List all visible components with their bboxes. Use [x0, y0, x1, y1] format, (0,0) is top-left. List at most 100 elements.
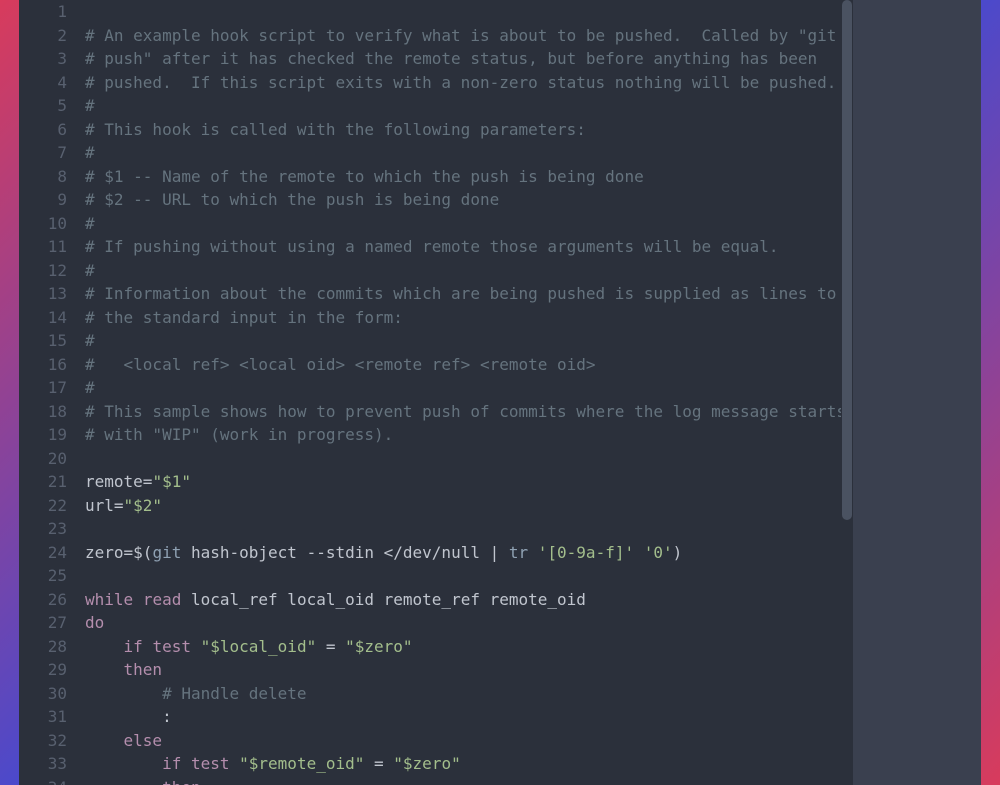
code-line[interactable]: if test "$remote_oid" = "$zero"	[85, 752, 852, 776]
code-token	[230, 754, 240, 773]
code-line[interactable]: # Handle delete	[85, 682, 852, 706]
code-line[interactable]: # An example hook script to verify what …	[85, 24, 852, 48]
code-token: "$1"	[152, 472, 191, 491]
code-line[interactable]: then	[85, 776, 852, 785]
code-token: '[0-9a-f]'	[538, 543, 634, 562]
code-line[interactable]: # $2 -- URL to which the push is being d…	[85, 188, 852, 212]
code-line[interactable]: while read local_ref local_oid remote_re…	[85, 588, 852, 612]
line-number: 30	[19, 682, 75, 706]
line-number: 32	[19, 729, 75, 753]
code-token: # This sample shows how to prevent push …	[85, 402, 846, 421]
code-line[interactable]	[85, 564, 852, 588]
code-token: tr	[509, 543, 528, 562]
vertical-scrollbar[interactable]	[841, 0, 853, 785]
code-token: #	[85, 143, 95, 162]
line-number: 1	[19, 0, 75, 24]
code-line[interactable]: # This hook is called with the following…	[85, 118, 852, 142]
line-number: 13	[19, 282, 75, 306]
code-line[interactable]: remote="$1"	[85, 470, 852, 494]
code-line[interactable]: #	[85, 141, 852, 165]
line-number: 26	[19, 588, 75, 612]
line-number: 16	[19, 353, 75, 377]
code-line[interactable]	[85, 517, 852, 541]
line-number: 15	[19, 329, 75, 353]
code-token: "$local_oid"	[201, 637, 317, 656]
code-line[interactable]: #	[85, 259, 852, 283]
line-number: 5	[19, 94, 75, 118]
code-line[interactable]: do	[85, 611, 852, 635]
code-token	[85, 778, 162, 785]
code-token: # the standard input in the form:	[85, 308, 403, 327]
code-token: else	[124, 731, 163, 750]
code-token: # with "WIP" (work in progress).	[85, 425, 393, 444]
code-body[interactable]: # An example hook script to verify what …	[75, 0, 852, 785]
code-token: :	[85, 707, 172, 726]
line-number: 22	[19, 494, 75, 518]
code-line[interactable]: # with "WIP" (work in progress).	[85, 423, 852, 447]
line-number: 8	[19, 165, 75, 189]
code-token: #	[85, 96, 95, 115]
code-token: )	[673, 543, 683, 562]
code-token	[143, 637, 153, 656]
code-token	[634, 543, 644, 562]
code-token	[181, 754, 191, 773]
line-number: 7	[19, 141, 75, 165]
line-number: 28	[19, 635, 75, 659]
line-number: 19	[19, 423, 75, 447]
code-token: local_ref local_oid remote_ref remote_oi…	[181, 590, 586, 609]
code-token: if	[124, 637, 143, 656]
code-token: url=	[85, 496, 124, 515]
code-token: hash-object --stdin </dev/null |	[181, 543, 509, 562]
code-line[interactable]: # If pushing without using a named remot…	[85, 235, 852, 259]
editor-window: 1234567891011121314151617181920212223242…	[19, 0, 981, 785]
line-number: 12	[19, 259, 75, 283]
code-token: test	[152, 637, 191, 656]
code-line[interactable]: #	[85, 212, 852, 236]
code-token	[133, 590, 143, 609]
code-token: #	[85, 214, 95, 233]
code-area[interactable]: 1234567891011121314151617181920212223242…	[19, 0, 853, 785]
line-number: 23	[19, 517, 75, 541]
code-line[interactable]: # pushed. If this script exits with a no…	[85, 71, 852, 95]
code-token: while	[85, 590, 133, 609]
line-number: 6	[19, 118, 75, 142]
line-number: 27	[19, 611, 75, 635]
code-token: remote=	[85, 472, 152, 491]
code-token: # This hook is called with the following…	[85, 120, 586, 139]
code-line[interactable]: # push" after it has checked the remote …	[85, 47, 852, 71]
scrollbar-thumb[interactable]	[842, 0, 852, 520]
code-token	[85, 684, 162, 703]
code-line[interactable]	[85, 447, 852, 471]
code-line[interactable]	[85, 0, 852, 24]
code-line[interactable]: else	[85, 729, 852, 753]
code-line[interactable]: if test "$local_oid" = "$zero"	[85, 635, 852, 659]
code-line[interactable]: # Information about the commits which ar…	[85, 282, 852, 306]
code-line[interactable]: #	[85, 329, 852, 353]
code-token: test	[191, 754, 230, 773]
code-token: if	[162, 754, 181, 773]
code-line[interactable]: # This sample shows how to prevent push …	[85, 400, 852, 424]
code-line[interactable]: #	[85, 376, 852, 400]
line-number: 2	[19, 24, 75, 48]
code-line[interactable]: zero=$(git hash-object --stdin </dev/nul…	[85, 541, 852, 565]
code-token: # If pushing without using a named remot…	[85, 237, 779, 256]
code-line[interactable]: # $1 -- Name of the remote to which the …	[85, 165, 852, 189]
line-number: 20	[19, 447, 75, 471]
code-token: =	[364, 754, 393, 773]
code-token: do	[85, 613, 104, 632]
code-token: then	[162, 778, 201, 785]
line-number: 25	[19, 564, 75, 588]
code-token: then	[124, 660, 163, 679]
code-line[interactable]: #	[85, 94, 852, 118]
code-line[interactable]: # the standard input in the form:	[85, 306, 852, 330]
code-line[interactable]: :	[85, 705, 852, 729]
code-line[interactable]: url="$2"	[85, 494, 852, 518]
code-token	[85, 731, 124, 750]
code-line[interactable]: # <local ref> <local oid> <remote ref> <…	[85, 353, 852, 377]
code-token: #	[85, 378, 95, 397]
code-token	[85, 754, 162, 773]
code-token: # $2 -- URL to which the push is being d…	[85, 190, 499, 209]
code-line[interactable]: then	[85, 658, 852, 682]
line-number: 33	[19, 752, 75, 776]
code-token: "$zero"	[393, 754, 460, 773]
